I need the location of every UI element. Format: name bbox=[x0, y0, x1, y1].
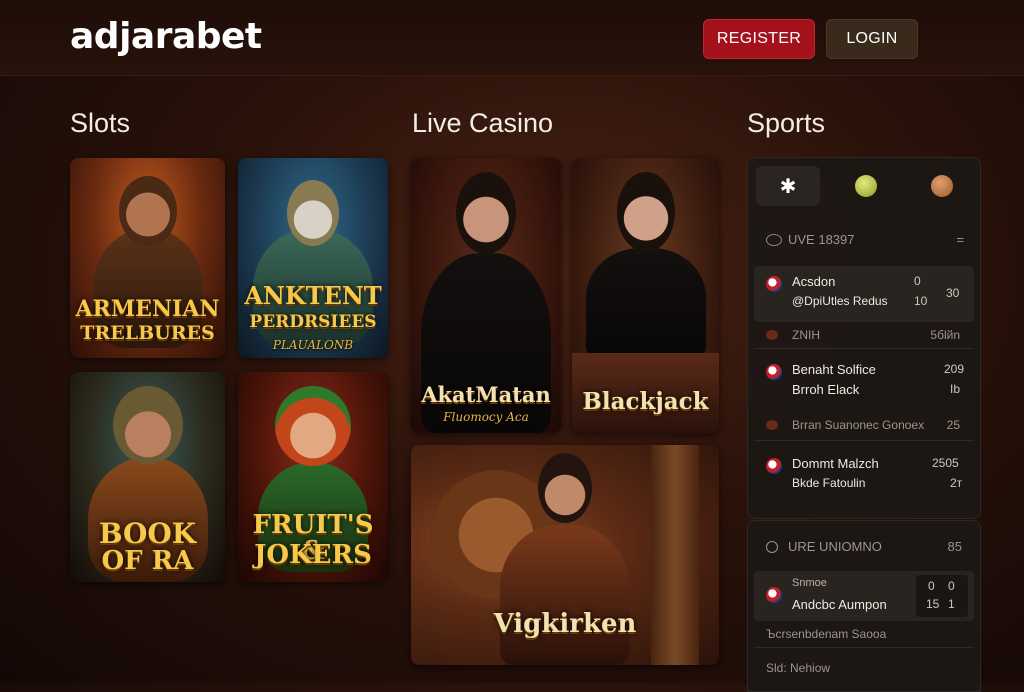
slot-title-line2: PERDRSIEES bbox=[249, 312, 377, 332]
dealer-head bbox=[616, 172, 675, 252]
sports-upcoming-panel: URE UNIOMNO 85 Snmoe Andcbc Aumpon 0 0 1… bbox=[747, 520, 981, 692]
basketball-icon bbox=[931, 175, 953, 197]
live-tile-akatmatan[interactable]: AkatMatan Fluomocy Aca bbox=[411, 158, 561, 433]
live-title: Vigkirken bbox=[493, 609, 637, 639]
score: 10 bbox=[914, 294, 928, 308]
live-icon bbox=[766, 234, 782, 246]
character-head bbox=[112, 386, 183, 464]
character-head bbox=[287, 180, 339, 246]
upcoming-icon bbox=[766, 541, 778, 553]
team-name: Andcbc Aumpon bbox=[792, 597, 887, 612]
divider bbox=[754, 348, 974, 349]
live-title: AkatMatan bbox=[421, 382, 551, 407]
football-icon: ✱ bbox=[779, 175, 797, 198]
live-title: Blackjack bbox=[582, 388, 709, 415]
upcoming-header-value: 85 bbox=[947, 539, 962, 554]
character-head bbox=[275, 386, 351, 466]
info-icon bbox=[766, 420, 778, 430]
team-name: @DpiUtlеs Redus bbox=[792, 294, 888, 308]
footer-row-label: Sld: Nehiow bbox=[766, 661, 831, 675]
tab-basketball[interactable] bbox=[910, 166, 974, 206]
section-title-sports: Sports bbox=[747, 108, 826, 138]
live-tile-vigkirken[interactable]: Vigkirken bbox=[411, 445, 719, 665]
slot-tile-book-of-ra[interactable]: BOOK OF RA bbox=[70, 372, 225, 582]
info-row-value: 25 bbox=[946, 418, 960, 432]
tennis-ball-icon bbox=[855, 175, 877, 197]
team-name: Dommt Malzch bbox=[792, 456, 879, 471]
section-title-slots: Slots bbox=[70, 108, 131, 138]
info-row-value: 5бlйn bbox=[930, 328, 960, 342]
live-subtitle: Fluomocy Aca bbox=[443, 410, 529, 424]
character-head bbox=[118, 176, 177, 246]
score: 15 bbox=[926, 597, 940, 611]
dealer-head bbox=[456, 172, 516, 254]
slot-title-line1: ARMENIAN bbox=[75, 296, 220, 322]
register-button[interactable]: REGISTER bbox=[703, 19, 815, 59]
score: 1 bbox=[948, 597, 955, 611]
adjarabet-logo[interactable]: adjarabet bbox=[70, 16, 262, 57]
sports-live-panel: ✱ UVE 18397 = Acsdon @DpiUtlеs Redus 0 1… bbox=[747, 157, 981, 519]
info-icon bbox=[766, 330, 778, 340]
score: 2т bbox=[950, 476, 963, 490]
team-name: Brroh Elack bbox=[792, 382, 860, 397]
divider bbox=[754, 440, 974, 441]
team-name: Snmoe bbox=[792, 577, 827, 589]
team-name: Bkde Fatoulin bbox=[792, 476, 866, 490]
footer-row-label: Ъcrsenbdenam Saooa bbox=[766, 627, 887, 641]
menu-icon[interactable]: = bbox=[956, 232, 964, 247]
slot-title-line2: JOKERS bbox=[254, 540, 372, 570]
team-crest-icon bbox=[766, 458, 782, 474]
slot-title-line1: ANKTENT bbox=[244, 281, 382, 310]
tab-football[interactable]: ✱ bbox=[756, 166, 820, 206]
score: 0 bbox=[928, 579, 935, 593]
info-row-label: ZNIH bbox=[792, 328, 820, 342]
dealer-figure bbox=[500, 525, 630, 665]
dealer-head bbox=[538, 453, 592, 523]
team-crest-icon bbox=[766, 587, 782, 603]
top-navigation-bar: adjarabet REGISTER LOGIN bbox=[0, 0, 1024, 76]
slot-subtitle: PLAUALONB bbox=[272, 338, 354, 352]
live-tile-blackjack[interactable]: Blackjack bbox=[572, 158, 719, 433]
score-box: 0 0 15 1 bbox=[916, 575, 968, 617]
team-name: Benaht Solfice bbox=[792, 362, 876, 377]
sport-tabs: ✱ bbox=[754, 164, 974, 210]
score: 2505 bbox=[932, 456, 959, 470]
slot-title-line2: TRELBURES bbox=[80, 322, 215, 344]
team-crest-icon bbox=[766, 276, 782, 292]
match-row[interactable]: Snmoe Andcbc Aumpon 0 0 15 1 bbox=[754, 571, 974, 621]
score: 209 bbox=[944, 362, 965, 376]
live-header-label: UVE 18397 bbox=[788, 232, 855, 247]
login-button[interactable]: LOGIN bbox=[826, 19, 918, 59]
match-row[interactable]: Benaht Solfice Brroh Elack 209 Ib bbox=[754, 356, 974, 412]
slot-tile-fruits-and-jokers[interactable]: FRUIT'S & JOKERS bbox=[238, 372, 388, 582]
tab-tennis[interactable] bbox=[834, 166, 898, 206]
slot-tile-armenian-treasures[interactable]: ARMENIAN TRELBURES bbox=[70, 158, 225, 358]
dealer-figure bbox=[585, 248, 706, 358]
divider bbox=[754, 647, 974, 648]
slot-title-line2: OF RA bbox=[101, 546, 194, 576]
match-row[interactable]: Acsdon @DpiUtlеs Redus 0 10 30 bbox=[754, 266, 974, 322]
team-crest-icon bbox=[766, 364, 782, 380]
score-extra: 30 bbox=[946, 286, 960, 300]
team-name: Acsdon bbox=[792, 274, 836, 289]
slot-tile-ancient-persians[interactable]: ANKTENT PERDRSIEES PLAUALONB bbox=[238, 158, 388, 358]
slot-title-line1: BOOK bbox=[98, 517, 197, 550]
section-title-live-casino: Live Casino bbox=[412, 108, 554, 138]
match-row[interactable]: Dommt Malzch Bkde Fatoulin 2505 2т bbox=[754, 450, 974, 506]
upcoming-header-label: URE UNIOMNO bbox=[788, 539, 882, 554]
score: 0 bbox=[914, 274, 921, 288]
score: Ib bbox=[950, 382, 961, 396]
info-row-label: Brran Suanonec Gonoex bbox=[792, 418, 925, 432]
score: 0 bbox=[948, 579, 955, 593]
